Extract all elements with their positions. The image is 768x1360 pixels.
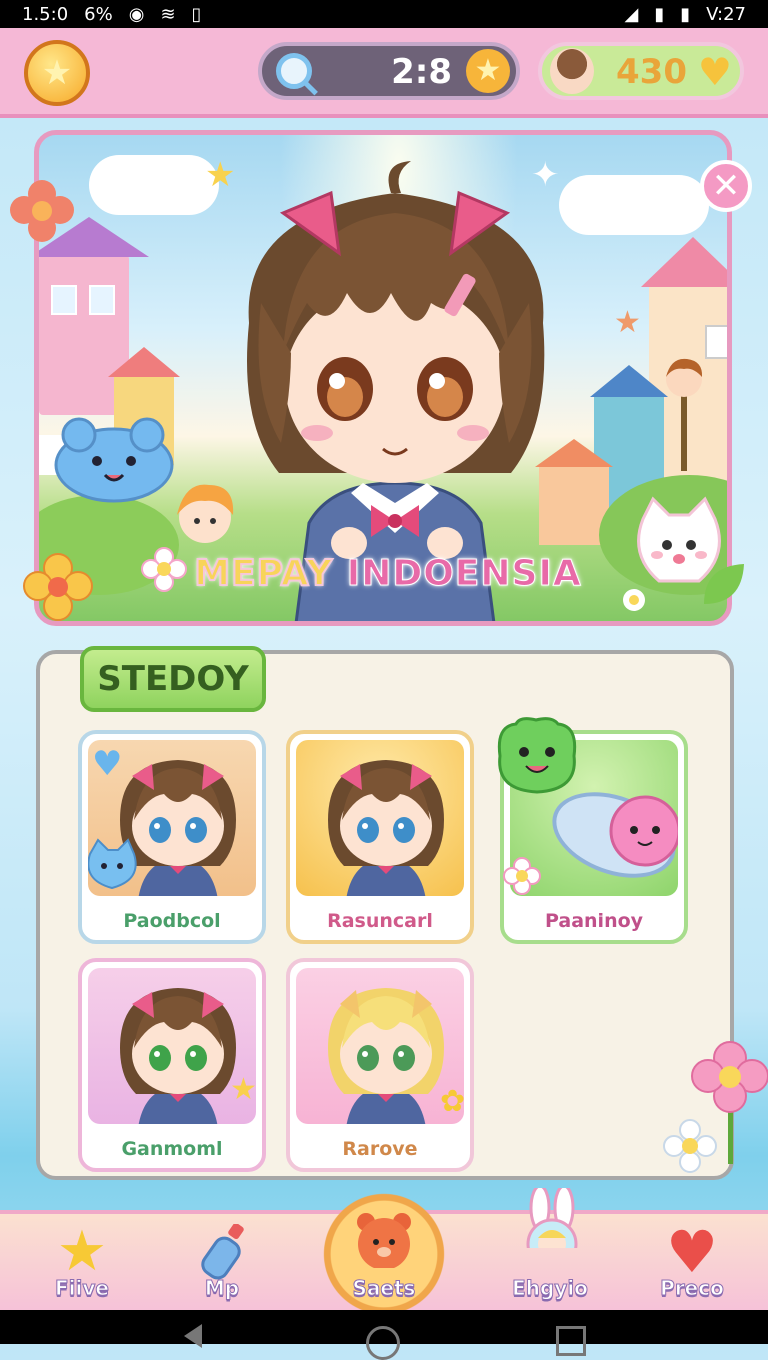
blue-slime-creature xyxy=(54,417,174,503)
nav-label: Saets xyxy=(352,1276,416,1301)
flower-decoration xyxy=(503,857,541,895)
hero-title-part1: MEPAY xyxy=(193,552,334,595)
notification-icon: ◉ xyxy=(128,3,145,25)
wifi-icon: ≋ xyxy=(160,3,176,25)
star-sparkle-icon: ★ xyxy=(230,1072,256,1107)
nav-item-fiive[interactable]: ★ Fiive xyxy=(22,1214,142,1314)
daisy-decoration xyxy=(663,1119,717,1173)
timer-display: 2:8 ★ xyxy=(258,42,520,100)
recents-icon[interactable] xyxy=(556,1326,586,1356)
card-image: ✿ xyxy=(296,968,464,1124)
heart-icon: ♥ xyxy=(666,1218,718,1286)
card-name: Rarove xyxy=(342,1138,418,1160)
wifi-signal-icon: ◢ xyxy=(624,3,639,25)
card-name: Paaninoy xyxy=(544,910,644,932)
nav-item-mp[interactable]: Mp xyxy=(162,1214,282,1314)
nav-label: Mp xyxy=(204,1276,240,1301)
collection-label: STEDOY xyxy=(80,646,266,712)
bottle-icon xyxy=(201,1224,244,1280)
bottom-navigation: ★ Fiive Mp Saets Ehgyio ♥ Preco xyxy=(0,1186,768,1322)
system-navigation-bar xyxy=(0,1310,768,1360)
nav-item-saets[interactable]: Saets xyxy=(316,1186,452,1322)
chibi-character xyxy=(120,988,236,1124)
nav-item-ehgyio[interactable]: Ehgyio xyxy=(490,1188,610,1314)
timer-star-icon: ★ xyxy=(466,49,510,93)
close-button[interactable]: ✕ xyxy=(700,160,752,212)
chibi-character xyxy=(328,760,444,896)
flower-decoration xyxy=(10,180,74,242)
green-slime-creature xyxy=(497,717,577,794)
timer-value: 2:8 xyxy=(391,52,452,92)
close-icon: ✕ xyxy=(711,166,741,206)
sim-icon: ▯ xyxy=(191,3,202,25)
status-battery-left: 6% xyxy=(84,3,113,25)
status-time-right: V:27 xyxy=(706,3,746,25)
search-icon[interactable] xyxy=(276,53,312,89)
nav-item-preco[interactable]: ♥ Preco xyxy=(632,1214,752,1314)
flower-decoration xyxy=(23,553,93,621)
nav-label: Fiive xyxy=(55,1276,110,1301)
hero-banner: ★ ★ ✦ MEPAY INDOENSIA xyxy=(34,130,732,626)
coin-counter[interactable]: 430 ♥ xyxy=(538,42,744,100)
star-menu-button[interactable]: ★ xyxy=(24,40,90,106)
character-card[interactable]: ★ Ganmoml xyxy=(78,958,266,1172)
cell-signal-icon: ▮ xyxy=(654,3,665,25)
pink-fluffy-creature xyxy=(609,795,678,867)
blue-cat-creature xyxy=(88,838,137,890)
collection-label-text: STEDOY xyxy=(97,659,249,699)
character-card[interactable]: ✿ Rarove xyxy=(286,958,474,1172)
hero-title: MEPAY INDOENSIA xyxy=(39,552,727,595)
bunny-icon xyxy=(526,1188,578,1248)
status-time-left: 1.5:0 xyxy=(22,3,69,25)
coin-value: 430 xyxy=(616,52,687,92)
card-name: Ganmoml xyxy=(121,1138,223,1160)
card-image: ★ xyxy=(88,968,256,1124)
bear-icon xyxy=(357,1213,411,1268)
chibi-blonde-character xyxy=(328,988,444,1124)
card-name: Rasuncarl xyxy=(327,910,433,932)
nav-label: Ehgyio xyxy=(512,1276,589,1301)
character-card[interactable]: Rasuncarl xyxy=(286,730,474,944)
nav-label: Preco xyxy=(660,1276,725,1301)
battery-icon: ▮ xyxy=(680,3,691,25)
star-icon: ★ xyxy=(41,53,73,93)
small-boy-character xyxy=(666,358,703,471)
character-card[interactable]: ♥ Paodbcol xyxy=(78,730,266,944)
cloud-decoration xyxy=(559,175,709,235)
star-sparkle-icon: ★ xyxy=(614,305,641,340)
leaf-decoration xyxy=(704,564,744,604)
card-image: ♥ xyxy=(88,740,256,896)
hero-title-part2: INDOENSIA xyxy=(346,553,582,595)
back-icon[interactable] xyxy=(184,1324,202,1348)
home-icon[interactable] xyxy=(366,1326,400,1360)
card-image xyxy=(296,740,464,896)
player-avatar xyxy=(550,48,594,94)
star-icon: ★ xyxy=(56,1219,108,1284)
card-name: Paodbcol xyxy=(123,910,221,932)
status-bar: 1.5:0 6% ◉ ≋ ▯ ◢ ▮ ▮ V:27 xyxy=(0,0,768,28)
flower-icon: ✿ xyxy=(440,1084,464,1119)
heart-icon: ♥ xyxy=(92,744,123,784)
top-bar: ★ 2:8 ★ 430 ♥ xyxy=(0,28,768,118)
cloud-decoration xyxy=(89,155,219,215)
heart-icon: ♥ xyxy=(697,50,732,94)
